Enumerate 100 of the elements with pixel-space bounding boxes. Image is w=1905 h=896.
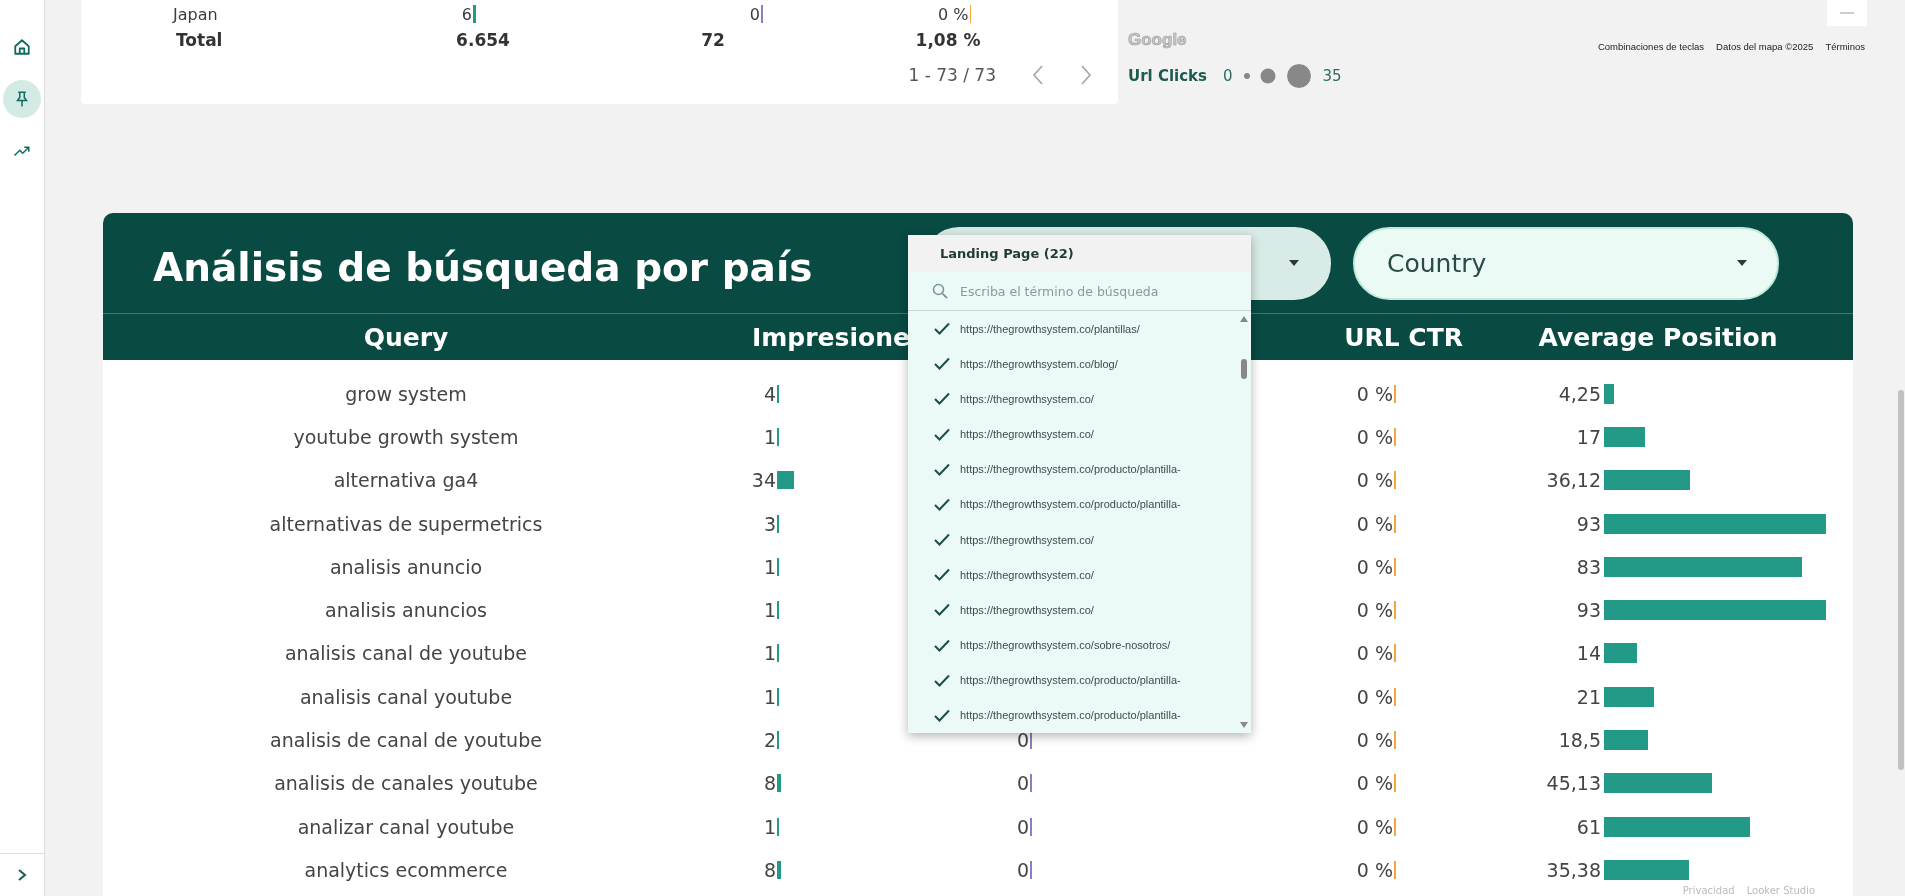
table-cell-text: analytics ecommerce [303, 858, 509, 881]
total-value: 6.654 [455, 30, 511, 50]
dropdown-option[interactable]: https://thegrowthsystem.co/plantillas/ [908, 311, 1237, 347]
table-cell-text: 1 [762, 685, 776, 708]
table-cell-text: analisis de canales youtube [273, 772, 539, 795]
table-cell-text: analisis canal youtube [298, 685, 514, 708]
bubble-size-icon [1242, 62, 1313, 90]
dropdown-option[interactable]: https://thegrowthsystem.co/ [908, 522, 1237, 558]
table-cell-text: analisis de canal de youtube [269, 729, 543, 751]
sidebar-item[interactable] [3, 80, 41, 118]
table-cell-text: 0 % [937, 4, 969, 24]
total-label: Total [175, 30, 224, 50]
legend-max: 35 [1322, 67, 1342, 85]
dropdown-option[interactable]: https://thegrowthsystem.co/ [908, 381, 1237, 417]
table-cell-text: 35,38 [1545, 858, 1601, 881]
table-cell-text: Japan [171, 4, 219, 24]
dropdown-option[interactable]: https://thegrowthsystem.co/ [908, 592, 1237, 628]
bar [473, 5, 476, 23]
table-cell-text: 93 [1575, 599, 1601, 622]
bar [1604, 426, 1645, 447]
section-title: Análisis de búsqueda por país [152, 243, 814, 290]
table-cell-text: 1 [762, 599, 776, 622]
table-cell-text: 8 [762, 772, 776, 795]
dropdown-option[interactable]: https://thegrowthsystem.co/ [908, 416, 1237, 452]
page-range: 1 - 73 / 73 [908, 65, 996, 85]
table-cell-text: 1 [762, 815, 776, 838]
table-cell-text: 14 [1575, 642, 1601, 665]
map-link[interactable]: Términos [1825, 41, 1865, 52]
table-cell-text: 0 % [1355, 512, 1393, 535]
table-cell-text: analisis canal de youtube [283, 642, 528, 665]
table-cell-text: 17 [1575, 425, 1601, 448]
dropdown-option[interactable]: https://thegrowthsystem.co/ [908, 557, 1237, 593]
table-cell-text: alternativa ga4 [332, 469, 480, 492]
table-cell-text: analizar canal youtube [296, 815, 516, 838]
table-cell-text: 36,12 [1545, 469, 1601, 492]
table-cell-text: 45,13 [1545, 772, 1601, 795]
legend-title: Url Clicks [1128, 67, 1208, 85]
table-cell-text: 1 [762, 642, 776, 665]
dropdown-option[interactable]: https://thegrowthsystem.co/producto/plantilla- [908, 451, 1237, 487]
table-cell-text: 34 [750, 469, 776, 492]
zoom-out-button[interactable] [1827, 0, 1867, 26]
table-cell-text: 0 % [1355, 772, 1393, 795]
dropdown-option[interactable]: https://thegrowthsystem.co/blog/ [908, 346, 1237, 382]
scrollbar-thumb[interactable] [1241, 359, 1247, 379]
table-cell-text: 0 % [1355, 425, 1393, 448]
chevron-left-icon [1032, 64, 1044, 86]
table-cell-text: 0 [1015, 815, 1029, 838]
column-header[interactable]: Query [103, 322, 709, 352]
table-cell-text: analisis anuncio [328, 555, 484, 578]
total-value: 1,08 % [914, 30, 982, 50]
scrollbar[interactable] [1898, 390, 1904, 770]
table-cell-text: 0 % [1355, 382, 1393, 405]
table-cell-text: 0 % [1355, 642, 1393, 665]
table-cell-text: analisis anuncios [324, 599, 488, 622]
table-cell-text: grow system [344, 382, 468, 405]
bar [1604, 643, 1638, 664]
table-cell-text: 0 % [1355, 555, 1393, 578]
dropdown-title: Landing Page (22) [908, 235, 1251, 272]
table-cell-text: 18,5 [1557, 729, 1601, 751]
table-cell-text: 1 [762, 555, 776, 578]
dropdown-option[interactable]: https://thegrowthsystem.co/sobre-nosotros/ [908, 627, 1237, 663]
legend-min: 0 [1223, 67, 1233, 85]
table-cell-text: 0 % [1355, 685, 1393, 708]
chevron-right-icon [1080, 64, 1092, 86]
bar [1604, 686, 1655, 707]
table-cell-text: 0 [748, 4, 760, 24]
table-cell-text: 4 [762, 382, 776, 405]
map-link[interactable]: Combinaciones de teclas [1597, 41, 1705, 52]
bar [1604, 383, 1615, 404]
bar [777, 774, 781, 793]
bar [777, 471, 794, 490]
table-cell-text: 0 % [1355, 858, 1393, 881]
table-cell-text: 0 [1015, 772, 1029, 795]
bar [1604, 730, 1649, 750]
search-field[interactable]: Escriba el término de búsqueda [958, 282, 1182, 300]
table-cell-text: 0 % [1355, 469, 1393, 492]
table-cell-text: 3 [762, 512, 776, 535]
table-cell-text: 21 [1575, 685, 1601, 708]
table-cell-text: 0 % [1355, 599, 1393, 622]
table-cell-text: 8 [762, 858, 776, 881]
table-cell-text: 1 [762, 425, 776, 448]
table-cell-text: youtube growth system [292, 425, 520, 448]
caret-icon [1289, 260, 1299, 266]
table-cell-text: 6 [460, 4, 472, 24]
search-icon [932, 283, 948, 299]
filter-dropdown[interactable]: Country [1353, 226, 1779, 300]
dropdown-option[interactable]: https://thegrowthsystem.co/producto/plantilla- [908, 662, 1237, 698]
table-cell-text: 2 [762, 729, 776, 751]
table-cell-text: 61 [1575, 815, 1601, 838]
bar [777, 860, 781, 879]
table-cell-text: 4,25 [1557, 382, 1601, 405]
caret-icon [1737, 260, 1747, 266]
dropdown-option[interactable]: https://thegrowthsystem.co/producto/plantilla- [908, 486, 1237, 523]
table-cell-text: 0 % [1355, 815, 1393, 838]
column-header[interactable]: Average Position [1463, 322, 1853, 352]
scroll-down-icon[interactable] [1239, 721, 1249, 729]
map-link[interactable]: Datos del mapa ©2025 [1716, 41, 1814, 52]
home-icon [13, 38, 31, 56]
table-cell-text: 83 [1575, 555, 1601, 578]
table-cell-text: alternativas de supermetrics [268, 512, 544, 535]
